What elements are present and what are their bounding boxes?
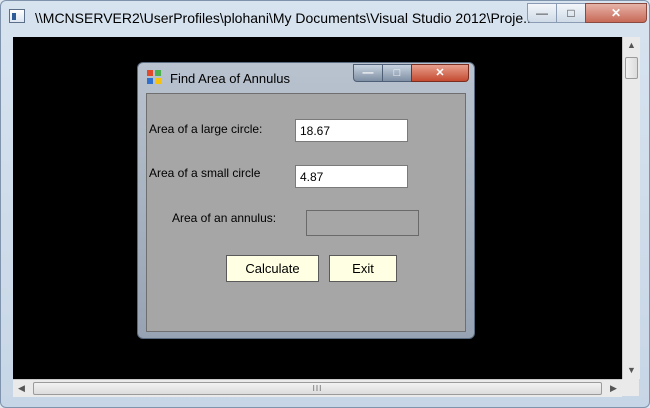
scrollbar-corner <box>622 379 639 396</box>
console-window-title: \\MCNSERVER2\UserProfiles\plohani\My Doc… <box>35 10 535 26</box>
exit-button[interactable]: Exit <box>329 255 397 282</box>
horizontal-scroll-thumb[interactable]: III <box>33 382 602 395</box>
vertical-scroll-thumb[interactable] <box>625 57 638 79</box>
horizontal-scrollbar[interactable]: ◀ III ▶ <box>13 379 622 397</box>
console-window-icon <box>9 9 25 23</box>
minimize-button[interactable]: — <box>527 3 557 23</box>
scroll-down-arrow-icon[interactable]: ▼ <box>623 362 640 379</box>
small-circle-label: Area of a small circle <box>149 166 261 180</box>
large-circle-input[interactable] <box>295 119 408 142</box>
windows-form-icon <box>147 70 162 85</box>
vertical-scrollbar[interactable]: ▲ ▼ <box>622 37 640 379</box>
annulus-label: Area of an annulus: <box>172 211 277 225</box>
scroll-right-arrow-icon[interactable]: ▶ <box>605 380 622 397</box>
dialog-title: Find Area of Annulus <box>170 71 290 86</box>
scroll-left-arrow-icon[interactable]: ◀ <box>13 380 30 397</box>
calculate-button[interactable]: Calculate <box>226 255 319 282</box>
dialog-maximize-button[interactable]: □ <box>382 64 412 82</box>
scroll-up-arrow-icon[interactable]: ▲ <box>623 37 640 54</box>
dialog-title-bar[interactable]: Find Area of Annulus — □ ✕ <box>138 63 474 93</box>
close-button[interactable]: ✕ <box>585 3 647 23</box>
maximize-button[interactable]: □ <box>556 3 586 23</box>
small-circle-input[interactable] <box>295 165 408 188</box>
dialog-close-button[interactable]: ✕ <box>411 64 469 82</box>
dialog-minimize-button[interactable]: — <box>353 64 383 82</box>
large-circle-label: Area of a large circle: <box>149 122 263 136</box>
console-title-bar[interactable]: \\MCNSERVER2\UserProfiles\plohani\My Doc… <box>1 1 649 37</box>
annulus-dialog: Find Area of Annulus — □ ✕ Area of a lar… <box>137 62 475 339</box>
annulus-result-field <box>306 210 419 236</box>
dialog-client-area: Area of a large circle: Area of a small … <box>146 93 466 332</box>
